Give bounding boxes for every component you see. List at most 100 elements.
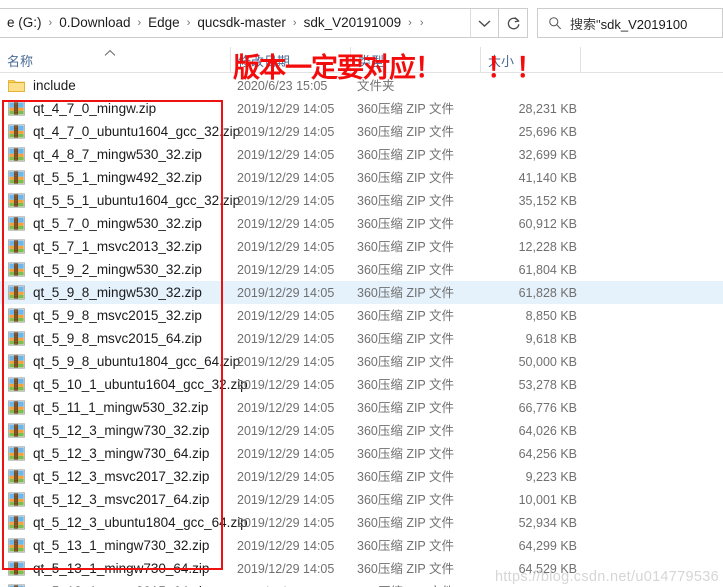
file-row[interactable]: qt_5_9_8_mingw530_32.zip 2019/12/29 14:05… (0, 281, 723, 304)
file-date-cell: 2019/12/29 14:05 (237, 216, 335, 231)
file-name-cell[interactable]: qt_5_9_8_ubuntu1804_gcc_64.zip (8, 354, 240, 370)
file-name-cell[interactable]: qt_4_7_0_ubuntu1604_gcc_32.zip (8, 124, 240, 140)
file-date-cell: 2019/12/29 14:05 (237, 124, 335, 139)
file-row[interactable]: qt_5_12_3_mingw730_32.zip 2019/12/29 14:0… (0, 419, 723, 442)
file-name-label: qt_4_7_0_mingw.zip (33, 100, 157, 116)
breadcrumb[interactable]: e (G:) › 0.Download › Edge › qucsdk-master › sdk… (4, 14, 428, 32)
file-row[interactable]: qt_5_10_1_ubuntu1604_gcc_32.zip 2019/12/2… (0, 373, 723, 396)
file-date-cell: 2019/12/29 14:05 (237, 423, 335, 438)
file-type-cell: 360压缩 ZIP 文件 (357, 377, 455, 392)
file-name-cell[interactable]: qt_5_12_3_mingw730_32.zip (8, 423, 209, 439)
file-type-cell: 360压缩 ZIP 文件 (357, 492, 455, 507)
file-date-cell: 2019/12/29 14:05 (237, 308, 335, 323)
column-header-size[interactable]: 大小 (480, 47, 580, 73)
file-size-cell: 12,228 KB (518, 239, 577, 254)
file-row[interactable]: qt_5_13_1_mingw730_32.zip 2019/12/29 14:0… (0, 534, 723, 557)
file-name-label: qt_5_13_1_msvc2015_64.zip (33, 584, 209, 587)
file-date-cell: 2019/12/29 14:05 (237, 147, 335, 162)
column-header-spare[interactable] (580, 47, 723, 73)
file-name-cell[interactable]: qt_5_9_8_msvc2015_32.zip (8, 308, 202, 324)
file-name-cell[interactable]: qt_5_9_8_msvc2015_64.zip (8, 331, 202, 347)
file-row[interactable]: qt_4_7_0_ubuntu1604_gcc_32.zip 2019/12/29… (0, 120, 723, 143)
file-list[interactable]: include 2020/6/23 15:05 文件夹 qt_4_7_0_mingw.… (0, 74, 723, 587)
file-row[interactable]: qt_5_9_8_ubuntu1804_gcc_64.zip 2019/12/29… (0, 350, 723, 373)
column-header-date[interactable]: 修改日期 (230, 47, 350, 73)
file-date-cell: 2019/12/29 14:05 (237, 239, 335, 254)
file-name-cell[interactable]: qt_5_7_1_msvc2013_32.zip (8, 239, 202, 255)
address-bar: e (G:) › 0.Download › Edge › qucsdk-master › sdk… (0, 8, 723, 38)
file-row[interactable]: qt_5_11_1_mingw530_32.zip 2019/12/29 14:0… (0, 396, 723, 419)
file-row[interactable]: qt_5_9_8_msvc2015_32.zip 2019/12/29 14:05… (0, 304, 723, 327)
file-name-cell[interactable]: qt_5_10_1_ubuntu1604_gcc_32.zip (8, 377, 248, 393)
zip-icon (8, 377, 25, 392)
file-row[interactable]: qt_5_7_0_mingw530_32.zip 2019/12/29 14:05… (0, 212, 723, 235)
search-prefix-label: 搜索" (570, 16, 601, 32)
file-row[interactable]: qt_5_7_1_msvc2013_32.zip 2019/12/29 14:05… (0, 235, 723, 258)
column-header-type[interactable]: 类型 (350, 47, 480, 73)
file-row[interactable]: qt_5_12_3_mingw730_64.zip 2019/12/29 14:0… (0, 442, 723, 465)
file-name-cell[interactable]: qt_5_13_1_msvc2015_64.zip (8, 584, 209, 587)
file-name-cell[interactable]: qt_5_12_3_msvc2017_32.zip (8, 469, 209, 485)
file-size-cell: 66,776 KB (518, 400, 577, 415)
breadcrumb-bar[interactable]: e (G:) › 0.Download › Edge › qucsdk-master › sdk… (0, 8, 499, 38)
file-size-cell: 53,278 KB (518, 377, 577, 392)
file-name-cell[interactable]: qt_5_5_1_ubuntu1604_gcc_32.zip (8, 193, 240, 209)
column-header-size-label: 大小 (488, 53, 515, 69)
zip-icon (8, 400, 25, 415)
file-row[interactable]: qt_5_13_1_msvc2015_64.zip 2019/12/29 14:0… (0, 580, 723, 587)
file-row[interactable]: qt_5_5_1_mingw492_32.zip 2019/12/29 14:05… (0, 166, 723, 189)
file-name-label: qt_5_7_1_msvc2013_32.zip (33, 238, 202, 254)
file-name-label: qt_5_13_1_mingw730_32.zip (33, 537, 210, 553)
breadcrumb-item[interactable]: 0.Download (56, 14, 133, 32)
column-header-date-label: 修改日期 (238, 53, 291, 69)
file-name-cell[interactable]: qt_5_11_1_mingw530_32.zip (8, 400, 208, 416)
zip-icon (8, 423, 25, 438)
file-name-label: qt_5_9_8_msvc2015_32.zip (33, 307, 202, 323)
file-name-cell[interactable]: qt_5_7_0_mingw530_32.zip (8, 216, 202, 232)
breadcrumb-item[interactable]: Edge (145, 14, 183, 32)
file-row[interactable]: qt_5_13_1_mingw730_64.zip 2019/12/29 14:0… (0, 557, 723, 580)
file-name-cell[interactable]: qt_5_9_8_mingw530_32.zip (8, 285, 202, 301)
file-row[interactable]: include 2020/6/23 15:05 文件夹 (0, 74, 723, 97)
file-row[interactable]: qt_5_12_3_msvc2017_64.zip 2019/12/29 14:0… (0, 488, 723, 511)
file-name-label: qt_5_12_3_mingw730_64.zip (33, 445, 210, 461)
file-name-cell[interactable]: qt_5_5_1_mingw492_32.zip (8, 170, 202, 186)
file-name-cell[interactable]: qt_5_12_3_msvc2017_64.zip (8, 492, 209, 508)
file-name-cell[interactable]: qt_4_8_7_mingw530_32.zip (8, 147, 202, 163)
file-name-label: qt_4_7_0_ubuntu1604_gcc_32.zip (33, 123, 241, 139)
breadcrumb-item[interactable]: sdk_V20191009 (301, 14, 405, 32)
file-name-cell[interactable]: qt_5_13_1_mingw730_32.zip (8, 538, 209, 554)
file-name-label: qt_5_9_8_mingw530_32.zip (33, 284, 202, 300)
file-size-cell: 10,001 KB (518, 492, 577, 507)
search-input[interactable]: 搜索"sdk_V2019100 (570, 14, 687, 33)
file-row[interactable]: qt_5_5_1_ubuntu1604_gcc_32.zip 2019/12/29… (0, 189, 723, 212)
file-name-cell[interactable]: qt_4_7_0_mingw.zip (8, 101, 156, 117)
file-row[interactable]: qt_5_9_8_msvc2015_64.zip 2019/12/29 14:05… (0, 327, 723, 350)
file-name-cell[interactable]: qt_5_12_3_mingw730_64.zip (8, 446, 209, 462)
breadcrumb-item[interactable]: e (G:) (4, 14, 45, 32)
file-row[interactable]: qt_5_12_3_msvc2017_32.zip 2019/12/29 14:0… (0, 465, 723, 488)
file-row[interactable]: qt_5_12_3_ubuntu1804_gcc_64.zip 2019/12/2… (0, 511, 723, 534)
file-size-cell: 61,804 KB (518, 262, 577, 277)
refresh-button[interactable] (499, 8, 528, 38)
file-row[interactable]: qt_5_9_2_mingw530_32.zip 2019/12/29 14:05… (0, 258, 723, 281)
file-name-label: qt_5_11_1_mingw530_32.zip (33, 399, 209, 415)
file-type-cell: 360压缩 ZIP 文件 (357, 400, 455, 415)
breadcrumb-history-dropdown[interactable] (470, 9, 498, 37)
file-name-label: qt_5_9_2_mingw530_32.zip (33, 261, 202, 277)
zip-icon (8, 561, 25, 576)
search-box[interactable]: 搜索"sdk_V2019100 (537, 8, 723, 38)
folder-icon (8, 78, 25, 93)
file-row[interactable]: qt_4_8_7_mingw530_32.zip 2019/12/29 14:05… (0, 143, 723, 166)
file-name-cell[interactable]: qt_5_13_1_mingw730_64.zip (8, 561, 209, 577)
file-row[interactable]: qt_4_7_0_mingw.zip 2019/12/29 14:05 360压缩 … (0, 97, 723, 120)
column-header-name[interactable]: 名称 (0, 47, 230, 73)
breadcrumb-item[interactable]: qucsdk-master (194, 14, 289, 32)
file-type-cell: 360压缩 ZIP 文件 (357, 538, 455, 553)
file-size-cell: 25,696 KB (518, 124, 577, 139)
file-name-cell[interactable]: include (8, 78, 76, 94)
file-name-cell[interactable]: qt_5_12_3_ubuntu1804_gcc_64.zip (8, 515, 248, 531)
file-type-cell: 360压缩 ZIP 文件 (357, 193, 455, 208)
zip-icon (8, 285, 25, 300)
file-name-cell[interactable]: qt_5_9_2_mingw530_32.zip (8, 262, 202, 278)
